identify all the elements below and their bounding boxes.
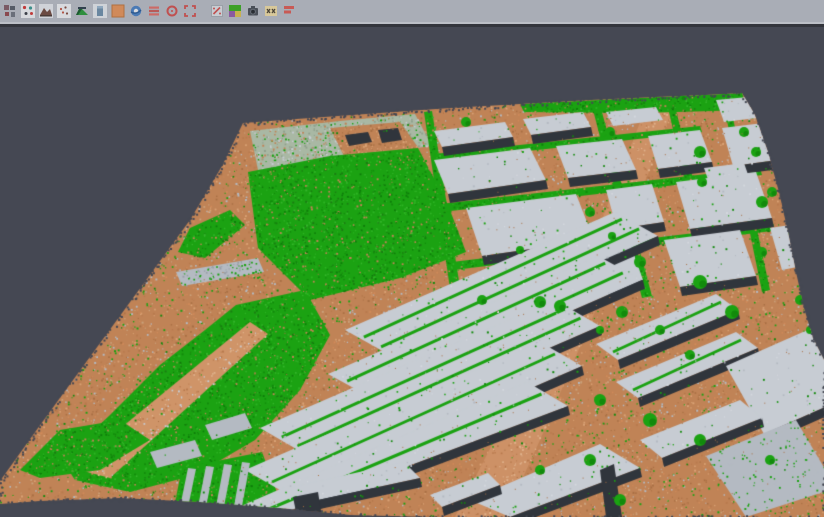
points-icon: [57, 4, 71, 18]
tool-ortho-button[interactable]: [110, 2, 127, 20]
terrain-icon: [39, 4, 53, 18]
clip-icon: [210, 4, 224, 18]
tool-tin-button[interactable]: [74, 2, 91, 20]
scatter-icon: [21, 4, 35, 18]
main-toolbar: [0, 0, 824, 24]
tool-classify-button[interactable]: [227, 2, 244, 20]
tool-layers-button[interactable]: [146, 2, 163, 20]
tool-scatter-button[interactable]: [20, 2, 37, 20]
classify-icon: [228, 4, 242, 18]
target-icon: [165, 4, 179, 18]
ortho-icon: [111, 4, 125, 18]
camera-icon: [246, 4, 260, 18]
tool-extent-button[interactable]: [182, 2, 199, 20]
tool-globe-button[interactable]: [128, 2, 145, 20]
globe-icon: [129, 4, 143, 18]
matrix-icon: [264, 4, 278, 18]
tool-target-button[interactable]: [164, 2, 181, 20]
measure-icon: [282, 4, 296, 18]
tool-matrix-button[interactable]: [263, 2, 280, 20]
toolbar-separator: [199, 2, 208, 20]
dataset-icon: [3, 4, 17, 18]
app-window: { "app": { "toolbar": { "background": "#…: [0, 0, 824, 517]
profile-icon: [93, 4, 107, 18]
extent-icon: [183, 4, 197, 18]
layers-icon: [147, 4, 161, 18]
3d-viewport[interactable]: [0, 0, 824, 517]
tool-dataset-button[interactable]: [2, 2, 19, 20]
tool-camera-button[interactable]: [245, 2, 262, 20]
tool-measure-button[interactable]: [281, 2, 298, 20]
tool-profile-button[interactable]: [92, 2, 109, 20]
tin-icon: [75, 4, 89, 18]
tool-terrain-button[interactable]: [38, 2, 55, 20]
tool-points-button[interactable]: [56, 2, 73, 20]
tool-clip-button[interactable]: [209, 2, 226, 20]
